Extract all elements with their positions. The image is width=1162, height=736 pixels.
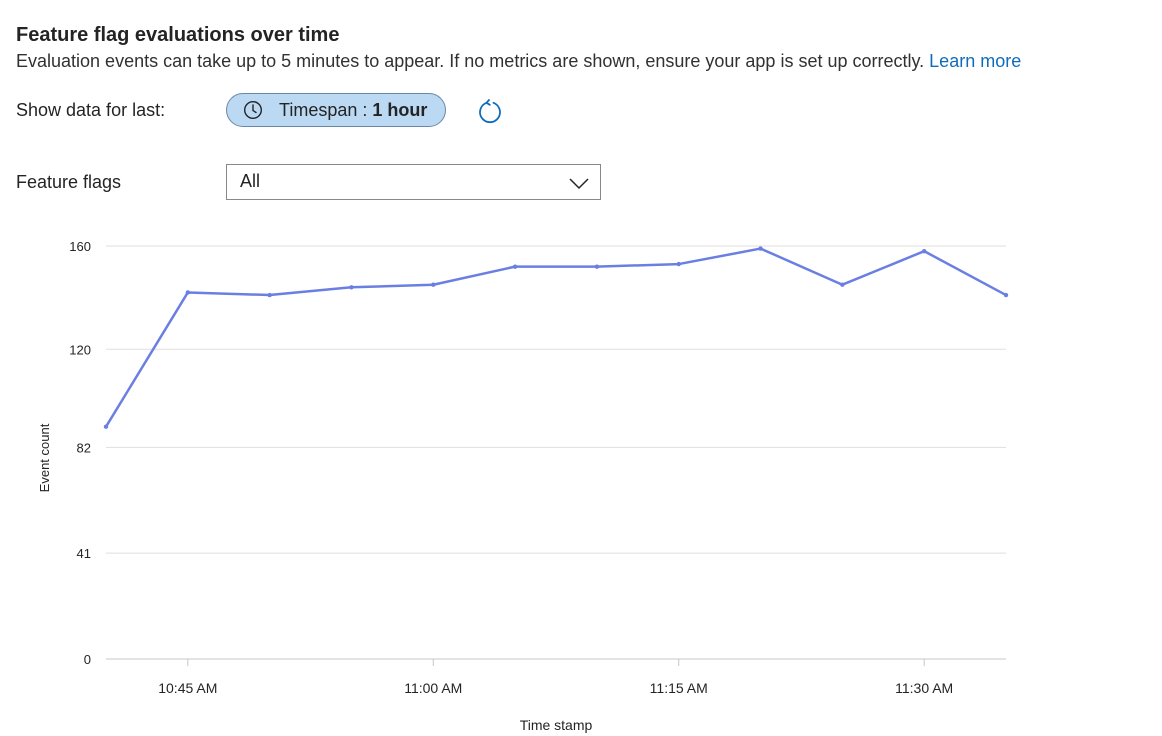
y-tick-label: 160	[69, 239, 91, 254]
data-point	[512, 264, 518, 269]
learn-more-link[interactable]: Learn more	[929, 51, 1021, 71]
timespan-prefix: Timespan :	[279, 99, 373, 120]
data-point	[1003, 292, 1009, 298]
clock-icon	[243, 100, 263, 120]
page-title: Feature flag evaluations over time	[16, 24, 340, 46]
x-tick-label: 10:45 AM	[158, 680, 217, 696]
y-tick-label: 41	[77, 546, 91, 561]
x-axis-title: Time stamp	[520, 717, 593, 733]
x-tick-label: 11:00 AM	[404, 680, 462, 696]
y-tick-label: 82	[77, 440, 91, 455]
data-point	[921, 248, 927, 254]
feature-flags-selected: All	[240, 171, 261, 191]
timespan-value: 1 hour	[372, 99, 428, 120]
data-point	[758, 246, 763, 251]
y-tick-label: 120	[69, 342, 91, 357]
y-tick-label: 0	[84, 652, 91, 667]
data-point	[349, 285, 354, 290]
data-point	[185, 290, 191, 295]
timespan-text: Timespan : 1 hour	[279, 100, 427, 121]
event-count-chart: 0 41 82 120 160 10:45 AM 11:00 AM 11:15 AM 11:30…	[37, 239, 1009, 733]
x-tick-label: 11:15 AM	[650, 680, 708, 696]
data-point	[103, 424, 109, 429]
data-point	[267, 292, 272, 298]
feature-flags-dropdown[interactable]: All	[226, 164, 601, 200]
refresh-icon[interactable]	[476, 98, 504, 126]
data-point	[840, 282, 845, 287]
subtitle-text: Evaluation events can take up to 5 minut…	[16, 51, 925, 71]
data-point	[431, 282, 436, 287]
y-axis-title: Event count	[37, 423, 52, 492]
timespan-pill[interactable]: Timespan : 1 hour	[226, 93, 446, 127]
subtitle: Evaluation events can take up to 5 minut…	[16, 51, 1021, 72]
timespan-label: Show data for last:	[16, 100, 166, 120]
x-tick-label: 11:30 AM	[895, 680, 953, 696]
series-line	[104, 247, 1007, 428]
feature-flags-label: Feature flags	[16, 172, 122, 192]
data-point	[594, 264, 600, 269]
data-point	[676, 261, 681, 267]
chevron-down-icon	[569, 178, 589, 190]
